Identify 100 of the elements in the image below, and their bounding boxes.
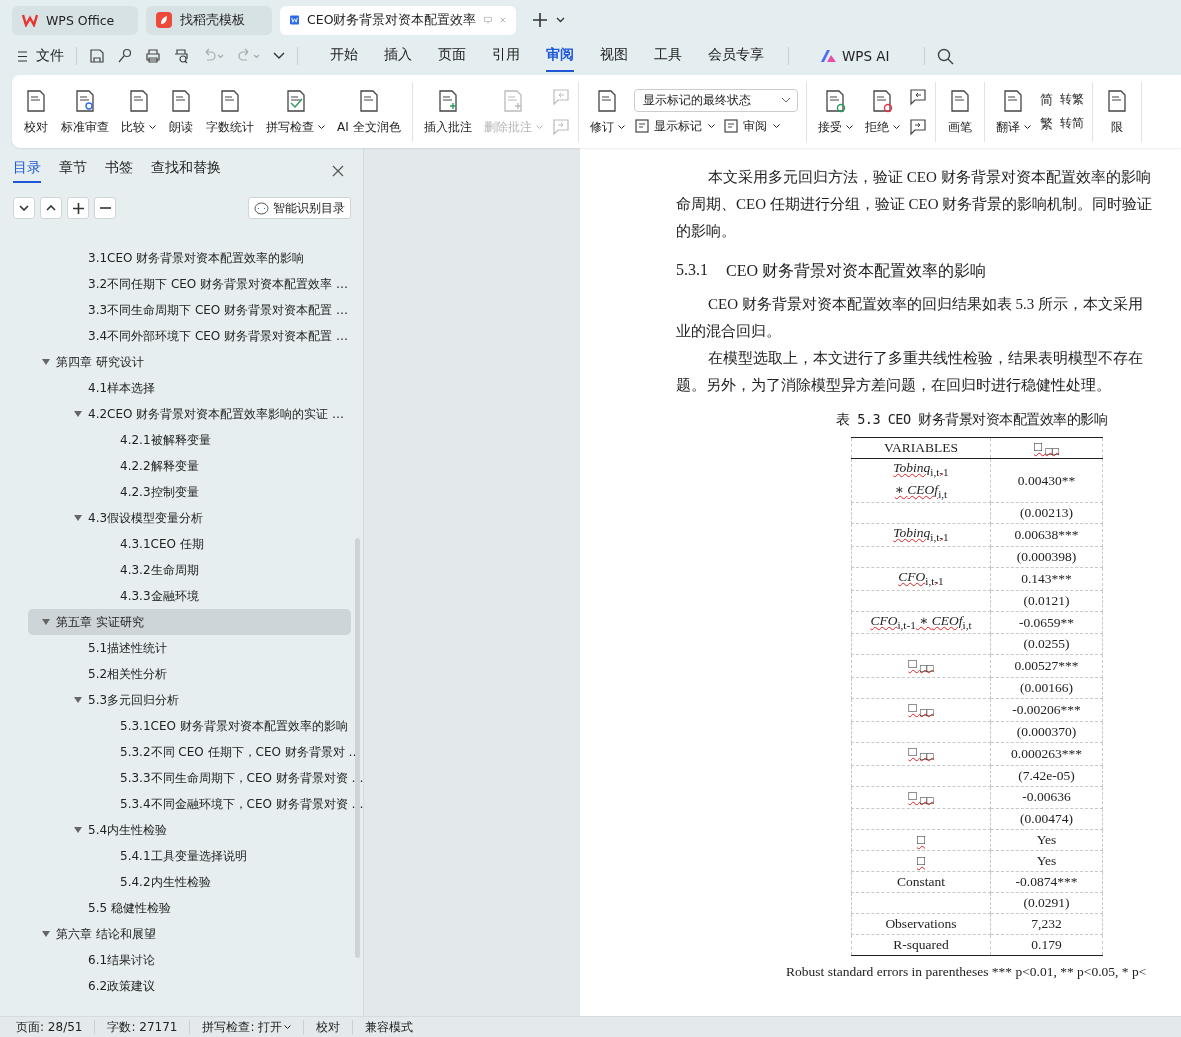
- toc-item[interactable]: 3.2不同任期下 CEO 财务背景对资本配置效率 …: [28, 271, 351, 297]
- caret-icon[interactable]: [273, 52, 285, 60]
- ribbon-button[interactable]: 画笔: [943, 85, 976, 138]
- toc-item-label: 第六章 结论和展望: [56, 925, 156, 943]
- toc-item-label: 5.2相关性分析: [88, 665, 168, 683]
- toc-item[interactable]: 第四章 研究设计: [28, 349, 351, 375]
- toc-item[interactable]: 4.2.1被解释变量: [28, 427, 351, 453]
- toc-item[interactable]: 第六章 结论和展望: [28, 921, 351, 947]
- ribbon-button[interactable]: 审阅: [722, 117, 780, 135]
- toc-item[interactable]: 5.3.1CEO 财务背景对资本配置效率的影响: [28, 713, 351, 739]
- pane-tab[interactable]: 书签: [105, 159, 133, 183]
- toc-item[interactable]: 4.3.3金融环境: [28, 583, 351, 609]
- ribbon-tab[interactable]: 会员专享: [708, 40, 764, 72]
- print-icon[interactable]: [145, 48, 161, 64]
- scrollbar[interactable]: [355, 538, 360, 958]
- previous-button[interactable]: [40, 197, 62, 219]
- variable-name: □ $_{□□}$: [908, 786, 934, 808]
- toc-item[interactable]: 3.4不同外部环境下 CEO 财务背景对资本配置 …: [28, 323, 351, 349]
- toc-item[interactable]: 4.2.3控制变量: [28, 479, 351, 505]
- toc-item-label: 3.2不同任期下 CEO 财务背景对资本配置效率 …: [88, 275, 348, 293]
- toc-item[interactable]: 5.4.2内生性检验: [28, 869, 351, 895]
- close-icon[interactable]: [332, 165, 344, 177]
- ribbon-tab[interactable]: 开始: [330, 40, 358, 72]
- toc-item[interactable]: 4.3.1CEO 任期: [28, 531, 351, 557]
- ribbon-tab[interactable]: 工具: [654, 40, 682, 72]
- collapse-triangle-icon[interactable]: [42, 619, 50, 625]
- ribbon-tab[interactable]: 视图: [600, 40, 628, 72]
- toc-item[interactable]: 5.2相关性分析: [28, 661, 351, 687]
- table-cell: -0.0659**: [990, 611, 1103, 634]
- variable-name: Constant: [897, 873, 945, 892]
- ribbon-button[interactable]: 修订: [586, 85, 628, 138]
- table-cell: -0.0874***: [990, 871, 1103, 893]
- convert-button[interactable]: 简 转繁: [1039, 90, 1084, 109]
- pane-tab[interactable]: 目录: [13, 159, 41, 183]
- toc-item[interactable]: 3.1CEO 财务背景对资本配置效率的影响: [28, 245, 351, 271]
- collapse-triangle-icon[interactable]: [74, 697, 82, 703]
- pane-tab[interactable]: 查找和替换: [151, 159, 221, 183]
- convert-button[interactable]: 繁 转简: [1039, 114, 1084, 133]
- file-menu[interactable]: 文件: [18, 47, 64, 65]
- collapse-triangle-icon[interactable]: [74, 827, 82, 833]
- ribbon-tab[interactable]: 引用: [492, 40, 520, 72]
- toc-item[interactable]: 3.3不同生命周期下 CEO 财务背景对资本配置 …: [28, 297, 351, 323]
- ribbon-tab[interactable]: 审阅: [546, 40, 574, 72]
- minus-icon: [99, 207, 111, 209]
- ribbon-button[interactable]: 朗读: [165, 85, 197, 138]
- toc-item[interactable]: 5.4内生性检验: [28, 817, 351, 843]
- toc-item[interactable]: 5.3多元回归分析: [28, 687, 351, 713]
- ribbon-tab[interactable]: 插入: [384, 40, 412, 72]
- ribbon-button[interactable]: 比较: [118, 85, 159, 138]
- ribbon-button[interactable]: 限: [1100, 85, 1133, 138]
- ribbon-button[interactable]: 标准审查: [58, 85, 112, 138]
- ribbon-button[interactable]: 接受: [814, 85, 856, 138]
- toc-item[interactable]: 4.3假设模型变量分析: [28, 505, 351, 531]
- ribbon-button[interactable]: 显示标记: [633, 117, 715, 135]
- ribbon-button[interactable]: AI 全文润色: [334, 85, 404, 138]
- new-tab-plus-icon[interactable]: [532, 12, 548, 28]
- print-preview-icon[interactable]: [173, 48, 189, 64]
- document-tab[interactable]: 找稻壳模板: [146, 5, 272, 35]
- next-comment-icon[interactable]: [908, 117, 927, 136]
- toc-item[interactable]: 6.1结果讨论: [28, 947, 351, 973]
- ribbon-button[interactable]: 校对: [20, 85, 52, 138]
- collapse-triangle-icon[interactable]: [74, 515, 82, 521]
- smart-toc-button[interactable]: 智能识别目录: [248, 197, 351, 219]
- table-cell: 0.000263***: [990, 742, 1103, 765]
- caret-icon: [284, 1024, 292, 1030]
- caret-icon[interactable]: [556, 17, 565, 23]
- ribbon-button[interactable]: 拒绝: [861, 85, 903, 138]
- toc-item[interactable]: 5.4.1工具变量选择说明: [28, 843, 351, 869]
- wps-ai-button[interactable]: WPS AI: [801, 48, 912, 64]
- toc-item[interactable]: 4.1样本选择: [28, 375, 351, 401]
- remove-button[interactable]: [94, 197, 116, 219]
- spellcheck-menu[interactable]: 拼写检查: 打开: [190, 1020, 305, 1034]
- ribbon-button[interactable]: 字数统计: [203, 85, 257, 138]
- paragraph-line: CEO 财务背景对资本配置效率的回归结果如表 5.3 所示，本文采用: [707, 295, 1144, 314]
- toc-item[interactable]: 第五章 实证研究: [28, 609, 351, 635]
- ribbon-button[interactable]: 拼写检查: [263, 85, 328, 138]
- toc-item[interactable]: 5.5 稳健性检验: [28, 895, 351, 921]
- next-button[interactable]: [13, 197, 35, 219]
- previous-comment-icon[interactable]: [908, 87, 927, 106]
- toc-item[interactable]: 5.1描述性统计: [28, 635, 351, 661]
- add-button[interactable]: [67, 197, 89, 219]
- save-icon[interactable]: [89, 48, 105, 64]
- ribbon-button[interactable]: 翻译: [992, 85, 1034, 138]
- toc-item[interactable]: 4.2CEO 财务背景对资本配置效率影响的实证 …: [28, 401, 351, 427]
- plus-icon: [72, 202, 84, 214]
- toc-item[interactable]: 4.2.2解释变量: [28, 453, 351, 479]
- ribbon-tab[interactable]: 页面: [438, 40, 466, 72]
- document-tab[interactable]: WPS Office: [12, 5, 138, 35]
- toc-item[interactable]: 6.2政策建议: [28, 973, 351, 999]
- collapse-triangle-icon[interactable]: [74, 411, 82, 417]
- collapse-triangle-icon[interactable]: [42, 359, 50, 365]
- toc-item[interactable]: 4.3.2生命周期: [28, 557, 351, 583]
- table-cell: Yes: [990, 829, 1103, 851]
- table-cell: 0.143***: [990, 567, 1103, 591]
- ribbon-button[interactable]: 插入批注: [420, 85, 475, 138]
- search-icon[interactable]: [936, 47, 954, 65]
- table-cell: (0.0121): [990, 590, 1103, 612]
- markup-dropdown[interactable]: 显示标记的最终状态: [633, 88, 798, 112]
- pane-tab[interactable]: 章节: [59, 159, 87, 183]
- collapse-triangle-icon[interactable]: [42, 931, 50, 937]
